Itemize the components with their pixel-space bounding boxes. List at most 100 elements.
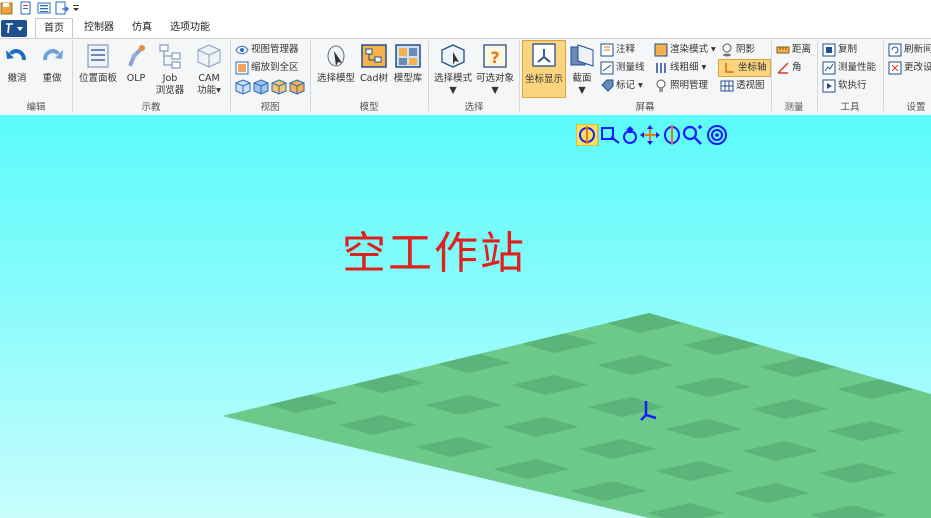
select-mode-icon bbox=[441, 44, 465, 68]
tab-home[interactable]: 首页 bbox=[35, 18, 73, 39]
tree-structure-icon bbox=[159, 44, 181, 69]
cam-label-1: CAM bbox=[198, 73, 220, 84]
zoom-to-fit-button[interactable]: 缩放到全区 bbox=[235, 60, 299, 76]
tab-controller[interactable]: 控制器 bbox=[79, 18, 119, 38]
perspective-button[interactable]: 透视图 bbox=[720, 78, 765, 94]
lighting-button[interactable]: 照明管理 bbox=[654, 78, 708, 94]
dropdown-arrow-icon: ▼ bbox=[491, 85, 499, 96]
select-mode-button[interactable]: 选择模式 ▼ bbox=[432, 42, 474, 97]
view-side-icon[interactable] bbox=[271, 79, 287, 95]
position-panel-label: 位置面板 bbox=[78, 73, 117, 84]
job-browser-button[interactable]: Job 浏览器 bbox=[153, 42, 187, 97]
tab-simulation[interactable]: 仿真 bbox=[126, 18, 158, 38]
change-settings-button[interactable]: 更改设 bbox=[888, 60, 931, 76]
coordinate-axes-icon bbox=[532, 43, 556, 67]
group-label-select: 选择 bbox=[464, 102, 484, 113]
select-mode-label: 选择模式 bbox=[433, 73, 472, 84]
measure-performance-button[interactable]: 测量性能 bbox=[822, 60, 876, 76]
redo-icon bbox=[43, 49, 63, 61]
annotation-button[interactable]: 注释 bbox=[600, 42, 635, 58]
copy-icon bbox=[822, 43, 836, 56]
view-iso-icon[interactable] bbox=[289, 79, 305, 95]
redo-button[interactable]: 重做 bbox=[39, 42, 65, 85]
3d-viewport[interactable]: 空工作站 bbox=[0, 115, 931, 518]
selectable-objects-icon: ? bbox=[483, 44, 507, 68]
model-library-icon bbox=[395, 44, 421, 68]
save-icon[interactable] bbox=[0, 1, 14, 15]
render-mode-label: 渲染模式 bbox=[670, 44, 709, 55]
cad-tree-label: Cad树 bbox=[360, 73, 388, 84]
selectable-objects-label: 可选对象 bbox=[475, 73, 514, 84]
dropdown-arrow-icon: ▼ bbox=[578, 85, 586, 96]
coordinate-display-button[interactable]: 坐标显示 bbox=[522, 40, 566, 98]
view-front-icon[interactable] bbox=[235, 79, 251, 95]
render-mode-icon bbox=[654, 43, 668, 56]
annotation-label: 注释 bbox=[616, 44, 636, 55]
open-icon[interactable] bbox=[19, 1, 33, 15]
cad-tree-icon bbox=[361, 44, 387, 68]
refresh-interval-button[interactable]: 刷新间 bbox=[888, 42, 931, 58]
angle-button[interactable]: 角 bbox=[776, 60, 802, 76]
section-button[interactable]: 截面 ▼ bbox=[567, 42, 597, 97]
section-label: 截面 bbox=[572, 73, 592, 84]
application-menu-button[interactable] bbox=[1, 20, 27, 37]
undo-button[interactable]: 撤消 bbox=[4, 42, 30, 85]
export-icon[interactable] bbox=[55, 1, 69, 15]
tag-icon bbox=[601, 79, 614, 92]
job-browser-label-1: Job bbox=[162, 73, 178, 84]
mark-label: 标记 bbox=[616, 80, 636, 91]
mark-button[interactable]: 标记 ▾ bbox=[600, 78, 643, 94]
model-library-label: 模型库 bbox=[393, 73, 423, 84]
angle-icon bbox=[777, 62, 789, 74]
select-model-label: 选择模型 bbox=[316, 73, 355, 84]
grid-icon bbox=[720, 80, 734, 91]
group-label-tools: 工具 bbox=[840, 102, 860, 113]
view-manager-label: 视图管理器 bbox=[251, 44, 299, 55]
shadow-label: 阴影 bbox=[736, 44, 756, 55]
render-mode-button[interactable]: 渲染模式 ▾ bbox=[654, 42, 716, 58]
robot-arm-icon bbox=[128, 45, 145, 67]
line-width-label: 线粗细 bbox=[670, 62, 699, 73]
coordinate-axis-toggle[interactable]: 坐标轴 bbox=[718, 59, 771, 77]
group-label-model: 模型 bbox=[359, 102, 379, 113]
measure-line-button[interactable]: 测量线 bbox=[600, 60, 645, 76]
model-library-button[interactable]: 模型库 bbox=[392, 42, 424, 85]
copy-label: 复制 bbox=[838, 44, 858, 55]
tab-options[interactable]: 选项功能 bbox=[166, 18, 214, 38]
svg-text:?: ? bbox=[490, 48, 499, 67]
app-menu-icon bbox=[6, 23, 23, 34]
distance-button[interactable]: 距离 bbox=[776, 42, 811, 58]
annotation-icon bbox=[600, 43, 614, 56]
group-label-view: 视图 bbox=[260, 102, 280, 113]
view-manager-button[interactable]: 视图管理器 bbox=[235, 42, 299, 58]
measure-performance-label: 测量性能 bbox=[838, 62, 877, 73]
axis-icon bbox=[725, 62, 734, 73]
soft-execute-button[interactable]: 软执行 bbox=[822, 78, 867, 94]
line-width-button[interactable]: 线粗细 ▾ bbox=[654, 60, 706, 76]
refresh-interval-label: 刷新间 bbox=[904, 44, 931, 55]
coordinate-display-label: 坐标显示 bbox=[524, 74, 563, 85]
standard-views-row bbox=[235, 79, 307, 95]
undo-label: 撤消 bbox=[7, 73, 27, 84]
select-model-button[interactable]: 选择模型 bbox=[315, 42, 357, 85]
shadow-button[interactable]: 阴影 bbox=[720, 42, 755, 58]
copy-button[interactable]: 复制 bbox=[822, 42, 857, 58]
group-label-teach: 示教 bbox=[141, 102, 161, 113]
customize-dropdown-icon[interactable] bbox=[72, 1, 80, 15]
olp-button[interactable]: OLP bbox=[124, 42, 148, 85]
cad-tree-button[interactable]: Cad树 bbox=[360, 42, 388, 85]
ruler-icon bbox=[776, 46, 790, 53]
cam-function-button[interactable]: CAM 功能▾ bbox=[193, 42, 225, 97]
bulb-icon bbox=[656, 79, 666, 92]
change-settings-label: 更改设 bbox=[904, 62, 931, 73]
selectable-objects-button[interactable]: ? 可选对象 ▼ bbox=[474, 42, 516, 97]
position-panel-button[interactable]: 位置面板 bbox=[77, 42, 119, 85]
view-top-icon[interactable] bbox=[253, 79, 269, 95]
group-label-screen: 屏幕 bbox=[635, 102, 655, 113]
line-width-icon bbox=[656, 62, 666, 73]
floor-grid bbox=[222, 313, 931, 518]
list-icon[interactable] bbox=[37, 1, 51, 15]
measure-line-label: 测量线 bbox=[616, 62, 645, 73]
redo-label: 重做 bbox=[42, 73, 62, 84]
select-model-icon bbox=[327, 45, 345, 67]
